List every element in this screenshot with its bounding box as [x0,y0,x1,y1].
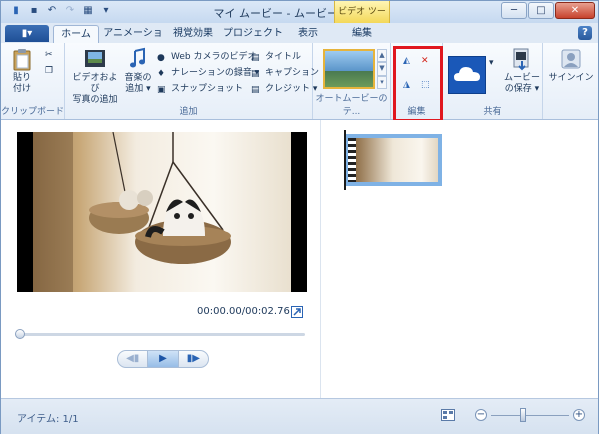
paste-label: 貼り 付け [12,73,31,94]
ribbon: 貼り 付け ✂ ❐ クリップボード ビデオおよび 写真の追加 音楽の 追加 ▾ … [1,43,598,120]
tab-project[interactable]: プロジェクト [223,25,283,43]
scissors-icon: ✂ [45,50,53,60]
ribbon-tab-row: ▮▾ ホーム アニメーション 視覚効果 プロジェクト 表示 編集 ? [1,23,598,56]
add-videos-photos-button[interactable]: ビデオおよび 写真の追加 [69,47,121,106]
tab-home[interactable]: ホーム [53,25,99,43]
maximize-button[interactable]: □ [528,2,554,19]
expand-preview-icon[interactable] [291,306,303,318]
add-videos-photos-label: ビデオおよび 写真の追加 [72,73,118,105]
title-button[interactable]: ▤ タイトル [251,51,301,64]
share-scroll-icon: ▾ [489,58,494,68]
webcam-icon: ● [157,53,165,63]
thumbnail-size-icon[interactable] [441,408,455,422]
item-count: アイテム: 1/1 [17,414,79,425]
add-music-label: 音楽の 追加 ▾ [124,73,152,94]
tab-visual-effects[interactable]: 視覚効果 [167,25,219,43]
status-bar: アイテム: 1/1 − + [1,398,598,434]
zoom-slider-track[interactable] [491,415,569,416]
pane-divider[interactable] [320,120,321,398]
credits-icon: ▤ [251,85,260,95]
credits-button[interactable]: ▤ クレジット ▾ [251,83,317,96]
highlight-box [393,46,443,122]
onedrive-share-button[interactable] [448,56,486,94]
user-icon [559,47,583,71]
video-preview[interactable] [17,131,307,292]
main-area: 00:00.00/00:02.76 ◀▮ ▶ ▮▶ [1,120,598,398]
automovie-group-label: オートムービーのテ... [315,94,388,117]
automovie-theme-thumbnail[interactable] [323,49,375,89]
gallery-more-icon[interactable]: ▾ [377,75,387,89]
tab-animations[interactable]: アニメーション [103,25,163,56]
copy-icon: ❐ [45,66,54,76]
help-icon[interactable]: ? [578,26,592,40]
cut-button[interactable]: ✂ [45,49,56,60]
zoom-in-button[interactable]: + [573,409,585,421]
paste-button[interactable]: 貼り 付け [9,47,35,95]
caption-label: キャプション [265,68,320,78]
storyboard-clip[interactable] [344,130,442,190]
caption-button[interactable]: ▤ キャプション [251,67,319,80]
theme-gallery-scroll[interactable]: ▲ ▼ ▾ [377,49,387,89]
add-group-label: 追加 [179,107,198,117]
minimize-button[interactable]: ─ [501,2,527,19]
gallery-down-icon[interactable]: ▼ [377,62,387,76]
context-tab-header: ビデオ ツール [334,1,390,39]
preview-frame [33,131,291,292]
tab-edit[interactable]: 編集 [338,25,386,43]
record-narration-button[interactable]: ♦ ナレーションの録音 ▾ [157,67,259,80]
save-movie-button[interactable]: ムービー の保存 ▾ [501,47,543,95]
tab-view[interactable]: 表示 [291,25,325,43]
share-scroll[interactable]: ▾ [489,57,494,70]
timecode: 00:00.00/00:02.76 [197,306,290,317]
add-group: ビデオおよび 写真の追加 音楽の 追加 ▾ ● Web カメラのビデオ ♦ ナレ… [65,43,319,119]
playback-controls: ◀▮ ▶ ▮▶ [117,350,209,368]
clipboard-group-label: クリップボード [1,107,65,117]
sign-in-group: サインイン [543,43,598,119]
sign-in-label: サインイン [548,73,594,83]
app-window: ▮ ▪ ↶ ↷ ▦ ▾ マイ ムービー - ムービー メーカー ビデオ ツール … [0,0,599,434]
snapshot-button[interactable]: ▣ スナップショット [157,83,243,96]
title-bar: ▮ ▪ ↶ ↷ ▦ ▾ マイ ムービー - ムービー メーカー ビデオ ツール … [1,1,598,39]
clip-thumbnail [356,138,438,182]
narration-label: ナレーションの録音 ▾ [171,68,260,78]
close-button[interactable]: ✕ [555,2,595,19]
copy-button[interactable]: ❐ [45,65,56,76]
cat-photo [33,131,231,292]
caption-icon: ▤ [251,69,260,79]
clipboard-icon [10,47,34,71]
file-menu-button[interactable]: ▮▾ [5,25,49,42]
credits-label: クレジット ▾ [265,84,318,94]
clipboard-group: 貼り 付け ✂ ❐ クリップボード [1,43,65,119]
film-save-icon [510,47,534,71]
zoom-out-button[interactable]: − [475,409,487,421]
previous-frame-button[interactable]: ◀▮ [118,351,147,367]
title-label: タイトル [265,52,302,62]
next-frame-button[interactable]: ▮▶ [179,351,208,367]
playhead-marker[interactable] [344,130,346,190]
play-button[interactable]: ▶ [147,351,179,367]
snapshot-label: スナップショット [171,84,244,94]
cloud-icon [454,67,480,81]
filmstrip-edge [348,138,356,182]
zoom-slider-thumb[interactable] [520,408,526,422]
microphone-icon: ♦ [157,69,166,79]
film-photo-icon [83,47,107,71]
save-movie-label: ムービー の保存 ▾ [503,73,540,94]
music-note-icon [126,47,150,71]
webcam-label: Web カメラのビデオ [171,52,257,62]
add-music-button[interactable]: 音楽の 追加 ▾ [123,47,153,95]
camera-icon: ▣ [157,85,166,95]
seek-thumb[interactable] [15,329,25,339]
title-icon: ▤ [251,53,260,63]
webcam-video-button[interactable]: ● Web カメラのビデオ [157,51,256,64]
sign-in-button[interactable]: サインイン [547,47,595,84]
seek-bar[interactable] [15,329,305,339]
gallery-up-icon[interactable]: ▲ [377,49,387,63]
share-group-label: 共有 [483,107,502,117]
